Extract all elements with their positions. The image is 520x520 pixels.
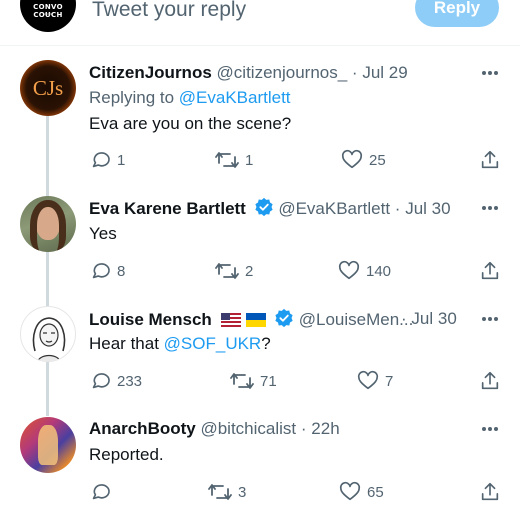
tweet-time: · Jul 30 [401,308,457,330]
display-name[interactable]: CitizenJournos [89,63,212,82]
tweet-header: AnarchBooty @bitchicalist · 22h [89,418,340,440]
retweet-count: 71 [260,372,277,390]
reply-icon [92,263,110,279]
retweet-count: 3 [238,483,247,501]
retweet-action[interactable]: 2 [215,259,253,283]
avatar-logo-text: CONVO COUCH [33,3,63,19]
avatar[interactable]: CJs [20,60,76,116]
retweet-icon [215,263,239,279]
reply-button[interactable]: Reply [415,0,499,27]
avatar-hair-shape [30,200,66,252]
retweet-action[interactable]: 1 [215,148,253,172]
share-action[interactable] [479,148,501,172]
like-count: 65 [367,483,384,501]
us-flag-icon [220,313,241,327]
share-action[interactable] [479,259,501,283]
replying-prefix: Replying to [89,88,179,107]
like-action[interactable]: 7 [357,369,393,393]
user-handle[interactable]: @citizenjournos_ [217,63,348,82]
avatar-logo-text: CJs [32,76,64,100]
retweet-count: 2 [245,262,254,280]
tweet-header: Louise Mensch @LouiseMen... [89,308,413,331]
like-count: 140 [366,262,392,280]
tweet-text-suffix: ? [261,334,271,353]
tweet-text-prefix: Hear that [89,334,164,353]
reply-action[interactable]: 8 [89,259,125,283]
tweet-text: Hear that @SOF_UKR? [89,333,271,355]
ukraine-flag-icon [246,313,267,327]
more-options-icon[interactable] [478,309,502,329]
retweet-count: 1 [245,151,254,169]
retweet-icon [215,152,239,168]
more-options-icon[interactable] [478,198,502,218]
thread-connector-line [46,250,49,306]
replying-to-label: Replying to @EvaKBartlett [89,87,291,109]
heart-icon [339,481,361,501]
heart-icon [341,149,363,169]
reply-count: 1 [117,151,126,169]
timestamp[interactable]: Jul 29 [362,63,407,82]
display-name[interactable]: Louise Mensch [89,310,212,329]
share-icon [481,261,499,280]
heart-icon [357,370,379,390]
share-action[interactable] [479,369,501,393]
avatar[interactable] [20,196,76,252]
avatar-artwork-shape [38,425,58,465]
user-handle[interactable]: @LouiseMen... [299,310,414,329]
like-action[interactable]: 25 [341,148,386,172]
reply-input[interactable]: Tweet your reply [92,0,246,24]
tweet-text: Reported. [89,445,164,464]
more-options-icon[interactable] [478,419,502,439]
current-user-avatar[interactable]: CONVO COUCH 2000 [20,0,76,32]
mention-link[interactable]: @SOF_UKR [164,334,262,353]
avatar-illustration [32,317,66,361]
timestamp[interactable]: Jul 30 [405,199,450,218]
like-action[interactable]: 65 [339,480,384,504]
share-action[interactable] [479,480,501,504]
reply-icon [92,373,110,389]
like-count: 7 [385,372,394,390]
display-name[interactable]: Eva Karene Bartlett [89,199,246,218]
mention-link[interactable]: @EvaKBartlett [179,88,291,107]
verified-badge-icon [275,308,293,328]
thread-connector-line [46,362,49,416]
avatar[interactable] [20,417,76,473]
separator-dot: · [300,419,307,438]
reply-icon [92,152,110,168]
more-options-icon[interactable] [478,63,502,83]
separator-dot: · [394,199,401,218]
share-icon [481,482,499,501]
reply-composer: CONVO COUCH 2000 Tweet your reply Reply [0,0,520,46]
reply-action[interactable]: 233 [89,369,142,393]
retweet-icon [230,373,254,389]
user-handle[interactable]: @bitchicalist [200,419,296,438]
tweet-header: CitizenJournos @citizenjournos_ · Jul 29 [89,62,408,84]
timestamp[interactable]: Jul 30 [411,309,456,328]
display-name[interactable]: AnarchBooty [89,419,196,438]
reply-count: 8 [117,262,126,280]
retweet-icon [208,484,232,500]
reply-action[interactable]: 1 [89,148,125,172]
tweet-text: Eva are you on the scene? [89,114,292,133]
like-count: 25 [369,151,386,169]
like-action[interactable]: 140 [338,259,391,283]
user-handle[interactable]: @EvaKBartlett [278,199,390,218]
heart-icon [338,260,360,280]
retweet-action[interactable]: 71 [230,369,277,393]
tweet-header: Eva Karene Bartlett @EvaKBartlett · Jul … [89,197,451,220]
thread-connector-line [46,116,49,196]
separator-dot: · [351,63,358,82]
separator-dot: · [401,309,407,328]
retweet-action[interactable]: 3 [208,480,246,504]
reply-count: 233 [117,372,143,390]
reply-icon [92,484,110,500]
avatar-logo-subtext: 2000 [44,12,52,16]
verified-badge-icon [254,197,273,217]
tweet-text: Yes [89,224,117,243]
reply-action[interactable] [89,480,117,504]
share-icon [481,150,499,169]
share-icon [481,371,499,390]
avatar[interactable] [20,306,76,362]
timestamp[interactable]: 22h [311,419,339,438]
